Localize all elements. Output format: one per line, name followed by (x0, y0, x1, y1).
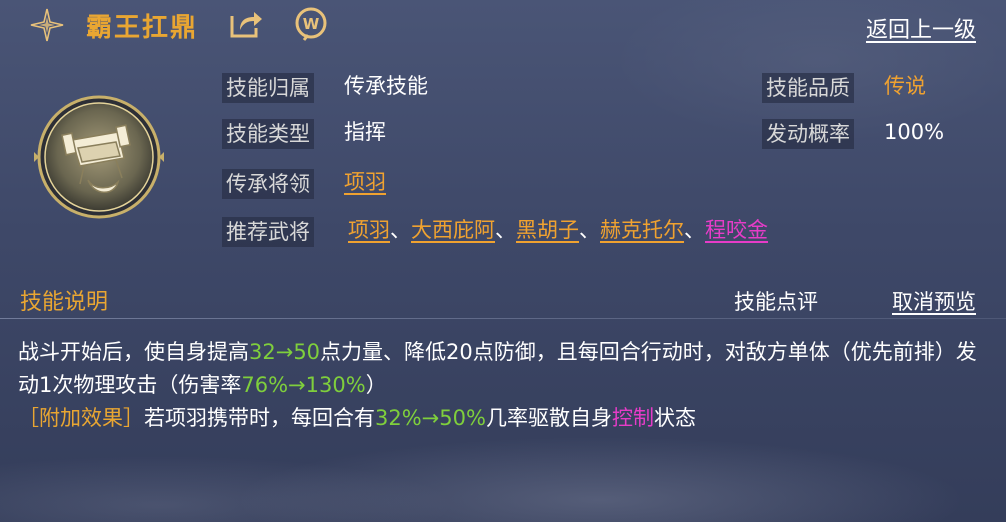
inherit-general-link[interactable]: 项羽 (344, 167, 386, 197)
list-separator: 、 (495, 218, 516, 242)
divider (0, 318, 1006, 319)
skill-quality-label: 技能品质 (762, 73, 854, 103)
inherit-general-label: 传承将领 (222, 169, 314, 199)
svg-text:W: W (303, 15, 320, 33)
skill-description: 战斗开始后，使自身提高32→50点力量、降低20点防御，且每回合行动时，对敌方单… (18, 336, 988, 435)
desc-highlight: 32%→50% (375, 406, 486, 430)
general-link[interactable]: 黑胡子 (516, 218, 579, 242)
desc-highlight: 32→50 (249, 340, 321, 364)
desc-text: 几率驱散自身 (485, 406, 612, 430)
general-link[interactable]: 项羽 (348, 218, 390, 242)
wiki-icon[interactable]: W (292, 6, 332, 44)
section-title: 技能说明 (20, 290, 109, 315)
list-separator: 、 (390, 218, 411, 242)
list-separator: 、 (579, 218, 600, 242)
skill-type-value: 指挥 (344, 120, 386, 144)
list-separator: 、 (684, 218, 705, 242)
skill-origin-label: 技能归属 (222, 73, 314, 103)
share-icon[interactable] (228, 8, 264, 40)
desc-highlight: 76%→130% (241, 373, 366, 397)
trigger-rate-value: 100% (884, 120, 945, 144)
recommended-generals-list: 项羽、大西庇阿、黑胡子、赫克托尔、程咬金 (348, 215, 768, 245)
general-link[interactable]: 大西庇阿 (411, 218, 495, 242)
skill-quality-value: 传说 (884, 74, 926, 98)
skill-title: 霸王扛鼎 (86, 13, 199, 43)
cauldron-skill-icon (34, 95, 164, 219)
skill-origin-value: 传承技能 (344, 74, 428, 98)
trigger-rate-label: 发动概率 (762, 119, 854, 149)
skill-review-button[interactable]: 技能点评 (734, 286, 818, 316)
four-point-star-icon (30, 8, 64, 42)
desc-text: 状态 (653, 406, 696, 430)
background (0, 0, 1006, 522)
skill-type-label: 技能类型 (222, 119, 314, 149)
general-link[interactable]: 程咬金 (705, 218, 768, 242)
cancel-preview-button[interactable]: 取消预览 (892, 286, 976, 316)
desc-text: ） (365, 373, 387, 397)
recommended-generals-label: 推荐武将 (222, 217, 314, 247)
back-button[interactable]: 返回上一级 (866, 12, 976, 44)
desc-text: 若项羽携带时，每回合有 (144, 406, 375, 430)
general-link[interactable]: 赫克托尔 (600, 218, 684, 242)
header: 霸王扛鼎 W 返回上一级 (0, 0, 1006, 50)
extra-effect-tag: ［附加效果］ (18, 406, 144, 430)
desc-keyword: 控制 (611, 406, 654, 430)
desc-text: 战斗开始后，使自身提高 (18, 340, 249, 364)
